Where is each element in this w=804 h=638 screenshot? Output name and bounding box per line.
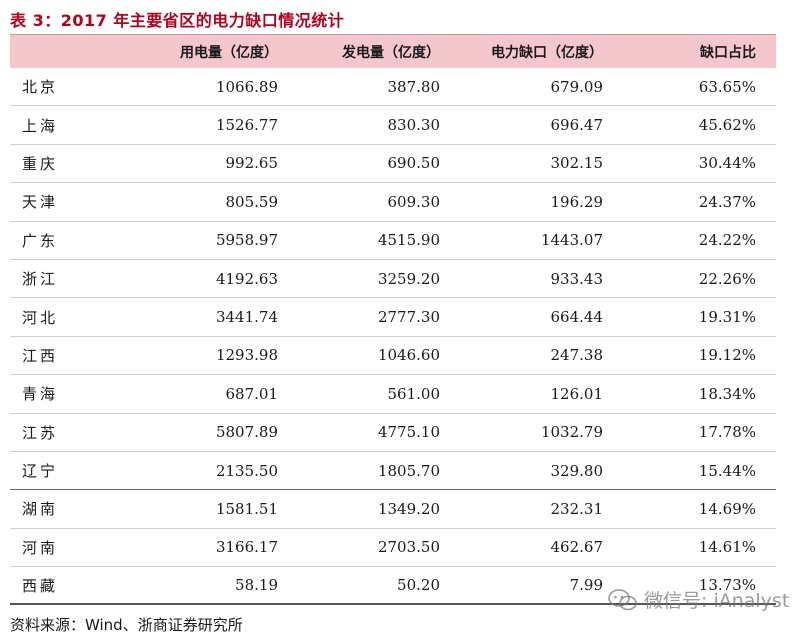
- cell-gap: 664.44: [550, 308, 604, 327]
- cell-region: 江苏: [22, 423, 59, 442]
- table-row: 河北 3441.74 2777.30 664.44 19.31%: [10, 298, 776, 337]
- cell-gap: 679.09: [550, 77, 604, 96]
- table-row: 江苏 5807.89 4775.10 1032.79 17.78%: [10, 414, 776, 452]
- cell-gap: 247.38: [550, 346, 604, 365]
- cell-region: 河南: [22, 538, 59, 557]
- header-consumption: 用电量（亿度）: [180, 44, 278, 61]
- cell-region: 浙江: [22, 270, 59, 289]
- cell-generation: 1805.70: [377, 461, 440, 480]
- cell-gap: 126.01: [550, 384, 604, 403]
- cell-consumption: 992.65: [225, 154, 279, 173]
- cell-gap: 329.80: [550, 461, 604, 480]
- cell-region: 江西: [22, 346, 59, 365]
- cell-generation: 387.80: [387, 77, 441, 96]
- table-body: 北京 1066.89 387.80 679.09 63.65% 上海 1526.77 830.…: [10, 68, 776, 606]
- cell-consumption: 5958.97: [215, 231, 278, 250]
- cell-ratio: 63.65%: [698, 77, 756, 96]
- cell-ratio: 19.31%: [698, 308, 756, 327]
- cell-consumption: 1293.98: [215, 346, 278, 365]
- cell-generation: 50.20: [397, 576, 440, 595]
- cell-ratio: 15.44%: [698, 461, 756, 480]
- cell-region: 天津: [22, 193, 59, 212]
- cell-consumption: 5807.89: [215, 423, 278, 442]
- cell-ratio: 14.61%: [698, 538, 756, 557]
- cell-generation: 2777.30: [377, 308, 440, 327]
- cell-consumption: 1581.51: [215, 499, 278, 518]
- table-row: 天津 805.59 609.30 196.29 24.37%: [10, 183, 776, 222]
- cell-region: 青海: [22, 385, 59, 404]
- cell-gap: 302.15: [550, 154, 604, 173]
- cell-gap: 462.67: [550, 538, 604, 557]
- table-row: 湖南 1581.51 1349.20 232.31 14.69%: [10, 490, 776, 529]
- cell-region: 上海: [22, 116, 59, 135]
- table-row: 辽宁 2135.50 1805.70 329.80 15.44%: [10, 452, 776, 491]
- cell-region: 重庆: [22, 154, 59, 173]
- cell-ratio: 19.12%: [698, 346, 756, 365]
- table-title: 表 3：2017 年主要省区的电力缺口情况统计: [10, 11, 345, 30]
- cell-gap: 696.47: [550, 116, 604, 135]
- cell-generation: 4515.90: [377, 231, 440, 250]
- cell-gap: 933.43: [550, 269, 604, 288]
- table-row: 北京 1066.89 387.80 679.09 63.65%: [10, 68, 776, 107]
- table-row: 上海 1526.77 830.30 696.47 45.62%: [10, 106, 776, 145]
- cell-ratio: 14.69%: [698, 499, 756, 518]
- cell-consumption: 4192.63: [215, 269, 278, 288]
- cell-ratio: 22.26%: [698, 269, 756, 288]
- cell-generation: 609.30: [387, 192, 441, 211]
- cell-gap: 196.29: [550, 192, 604, 211]
- table-row: 浙江 4192.63 3259.20 933.43 22.26%: [10, 260, 776, 299]
- cell-generation: 690.50: [387, 154, 441, 173]
- table-row: 重庆 992.65 690.50 302.15 30.44%: [10, 145, 776, 184]
- cell-region: 辽宁: [22, 462, 59, 481]
- data-table: 用电量（亿度） 发电量（亿度） 电力缺口（亿度） 缺口占比 北京 1066.89 3…: [10, 34, 776, 606]
- cell-consumption: 687.01: [225, 384, 279, 403]
- cell-generation: 1349.20: [377, 499, 440, 518]
- table-row: 河南 3166.17 2703.50 462.67 14.61%: [10, 529, 776, 568]
- source-note: 资料来源：Wind、浙商证券研究所: [10, 616, 243, 634]
- cell-gap: 1032.79: [540, 423, 603, 442]
- cell-consumption: 58.19: [235, 576, 278, 595]
- cell-ratio: 18.34%: [698, 384, 756, 403]
- cell-consumption: 1066.89: [215, 77, 278, 96]
- cell-ratio: 45.62%: [698, 116, 756, 135]
- table-row: 青海 687.01 561.00 126.01 18.34%: [10, 375, 776, 414]
- cell-region: 湖南: [22, 500, 59, 519]
- table-header: 用电量（亿度） 发电量（亿度） 电力缺口（亿度） 缺口占比: [10, 34, 776, 68]
- cell-generation: 2703.50: [377, 538, 440, 557]
- wechat-icon: [608, 588, 637, 610]
- cell-gap: 232.31: [550, 499, 604, 518]
- cell-ratio: 24.37%: [698, 192, 756, 211]
- cell-gap: 1443.07: [540, 231, 603, 250]
- cell-gap: 7.99: [569, 576, 603, 595]
- cell-consumption: 2135.50: [215, 461, 278, 480]
- cell-ratio: 17.78%: [698, 423, 756, 442]
- header-generation: 发电量（亿度）: [342, 44, 440, 61]
- header-gap: 电力缺口（亿度）: [491, 44, 603, 61]
- cell-generation: 3259.20: [377, 269, 440, 288]
- cell-region: 西藏: [22, 576, 59, 595]
- table-row: 广东 5958.97 4515.90 1443.07 24.22%: [10, 222, 776, 260]
- cell-region: 河北: [22, 308, 59, 327]
- cell-consumption: 1526.77: [215, 116, 278, 135]
- cell-region: 广东: [22, 231, 59, 250]
- cell-consumption: 805.59: [225, 192, 279, 211]
- watermark-text: 微信号: iAnalyst: [644, 590, 790, 612]
- cell-region: 北京: [22, 78, 59, 97]
- watermark: 微信号: iAnalyst: [608, 586, 789, 613]
- cell-consumption: 3166.17: [215, 538, 278, 557]
- cell-generation: 561.00: [387, 384, 441, 403]
- cell-generation: 830.30: [387, 116, 441, 135]
- cell-ratio: 30.44%: [698, 154, 756, 173]
- cell-generation: 4775.10: [377, 423, 440, 442]
- cell-consumption: 3441.74: [215, 308, 278, 327]
- header-ratio: 缺口占比: [700, 44, 756, 61]
- cell-ratio: 24.22%: [698, 231, 756, 250]
- table-row: 江西 1293.98 1046.60 247.38 19.12%: [10, 337, 776, 376]
- cell-generation: 1046.60: [377, 346, 440, 365]
